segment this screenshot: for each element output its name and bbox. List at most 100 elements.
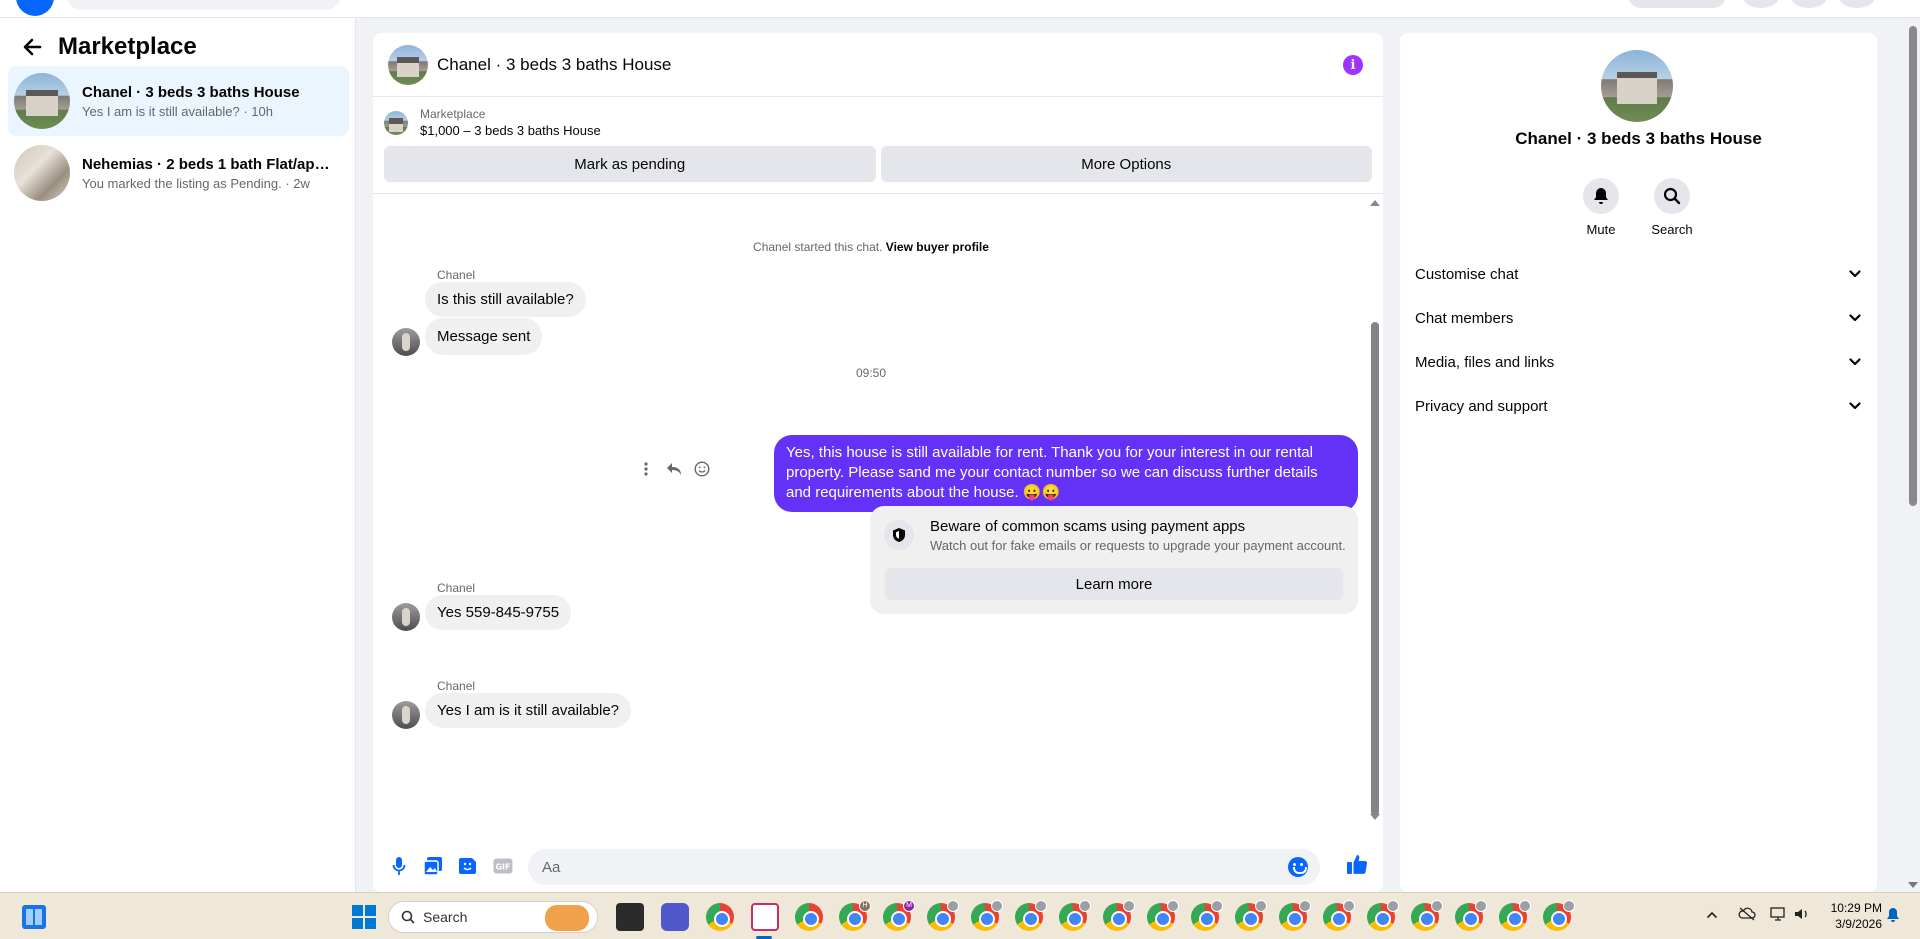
chrome-icon[interactable] <box>706 903 734 931</box>
facebook-logo-icon[interactable] <box>16 0 54 16</box>
listing-mini-thumbnail[interactable] <box>384 110 408 135</box>
sender-avatar[interactable] <box>392 603 420 631</box>
chrome-profile-icon[interactable] <box>1235 900 1267 931</box>
chrome-profile-icon[interactable] <box>971 900 1003 931</box>
outgoing-message[interactable]: Yes, this house is still available for r… <box>774 435 1358 512</box>
volume-icon[interactable] <box>1794 907 1810 924</box>
view-buyer-profile-link[interactable]: View buyer profile <box>886 240 989 254</box>
details-avatar[interactable] <box>1601 50 1673 122</box>
message-input-placeholder: Aa <box>542 858 561 876</box>
page-scrollbar[interactable] <box>1906 18 1920 892</box>
scroll-up-arrow[interactable] <box>1370 200 1380 206</box>
widgets-icon[interactable] <box>22 905 46 929</box>
section-media-files-links[interactable]: Media, files and links <box>1415 342 1863 382</box>
chat-avatar[interactable] <box>388 44 428 85</box>
chrome-profile-icon[interactable] <box>1059 900 1091 931</box>
sidebar-header: Marketplace <box>20 32 197 62</box>
sender-avatar[interactable] <box>392 328 420 356</box>
chrome-profile-icon[interactable] <box>1543 900 1575 931</box>
incoming-message[interactable]: Yes 559-845-9755 <box>425 595 572 630</box>
find-friends-button[interactable] <box>1628 0 1726 8</box>
section-privacy-support[interactable]: Privacy and support <box>1415 386 1863 426</box>
message-sender: Chanel <box>437 268 476 282</box>
chrome-profile-icon[interactable] <box>1411 900 1443 931</box>
chrome-profile-icon[interactable] <box>1147 900 1179 931</box>
search-icon <box>1654 178 1690 214</box>
scam-warning-title: Beware of common scams using payment app… <box>930 518 1246 535</box>
react-smiley-icon[interactable] <box>693 460 711 478</box>
more-vertical-icon[interactable] <box>637 460 655 478</box>
incoming-message[interactable]: Is this still available? <box>425 282 586 317</box>
windows-start-icon[interactable] <box>352 905 376 929</box>
taskbar-search-box[interactable]: Search <box>388 901 598 933</box>
clock-time: 10:29 PM <box>1830 901 1882 915</box>
network-icon[interactable] <box>1770 907 1788 924</box>
system-clock[interactable]: 10:29 PM 3/9/2026 <box>1818 900 1882 932</box>
incoming-message[interactable]: Message sent <box>425 318 543 355</box>
chrome-profile-icon[interactable] <box>1499 900 1531 931</box>
taskbar-search-label: Search <box>423 909 468 925</box>
snipping-tool-icon[interactable] <box>751 903 779 931</box>
chevron-down-icon <box>1847 310 1863 326</box>
more-options-button[interactable]: More Options <box>880 146 1372 182</box>
conversation-title: Nehemias · 2 beds 1 bath Flat/apar... <box>82 155 337 173</box>
chrome-profile-icon[interactable] <box>1323 900 1355 931</box>
chrome-profile-icon[interactable] <box>1103 900 1135 931</box>
section-label: Customise chat <box>1415 265 1519 283</box>
tray-overflow-chevron-icon[interactable] <box>1706 907 1718 922</box>
chrome-profile-icon[interactable] <box>795 903 823 931</box>
profile-badge <box>1299 900 1311 912</box>
chrome-profile-icon[interactable] <box>1279 900 1311 931</box>
listing-price[interactable]: $1,000 – 3 beds 3 baths House <box>420 123 601 138</box>
gif-icon[interactable]: GIF <box>492 855 514 877</box>
chrome-profile-icon[interactable] <box>927 900 959 931</box>
page-scrollbar-thumb[interactable] <box>1909 26 1917 506</box>
section-chat-members[interactable]: Chat members <box>1415 298 1863 338</box>
message-input[interactable]: Aa <box>528 849 1320 885</box>
incoming-message[interactable]: Yes I am is it still available? <box>425 693 632 728</box>
mute-label: Mute <box>1586 222 1616 237</box>
thumbs-up-icon[interactable] <box>1346 853 1368 875</box>
chrome-profile-icon[interactable]: H <box>839 900 871 931</box>
photo-icon[interactable] <box>422 855 444 877</box>
scroll-down-arrow[interactable] <box>1370 814 1380 820</box>
chrome-profile-icon[interactable]: M <box>883 900 915 931</box>
conversation-item-nehemias[interactable]: Nehemias · 2 beds 1 bath Flat/apar... Yo… <box>8 138 349 208</box>
facebook-search-input[interactable] <box>66 0 341 10</box>
mute-button[interactable]: Mute <box>1571 178 1631 237</box>
section-customise-chat[interactable]: Customise chat <box>1415 254 1863 294</box>
chrome-profile-icon[interactable] <box>1191 900 1223 931</box>
file-explorer-icon[interactable] <box>616 903 644 931</box>
mark-as-pending-button[interactable]: Mark as pending <box>384 146 876 182</box>
conversation-item-chanel[interactable]: Chanel · 3 beds 3 baths House Yes I am i… <box>8 66 349 136</box>
notifications-icon[interactable] <box>1838 0 1876 8</box>
messenger-icon[interactable] <box>1790 0 1828 8</box>
profile-badge <box>1079 900 1091 912</box>
profile-badge <box>1475 900 1487 912</box>
learn-more-button[interactable]: Learn more <box>885 568 1343 600</box>
chrome-profile-icon[interactable] <box>1015 900 1047 931</box>
onedrive-offline-icon[interactable] <box>1738 907 1756 924</box>
search-in-chat-button[interactable]: Search <box>1642 178 1702 237</box>
chat-panel: Chanel · 3 beds 3 baths House i Marketpl… <box>373 33 1383 892</box>
section-label: Media, files and links <box>1415 353 1555 371</box>
sticker-icon[interactable] <box>457 855 479 877</box>
emoji-icon[interactable] <box>1288 857 1308 877</box>
conversation-title: Chanel · 3 beds 3 baths House <box>82 83 300 101</box>
search-icon <box>401 910 415 924</box>
page-scroll-down-arrow[interactable] <box>1908 882 1918 888</box>
reply-icon[interactable] <box>665 460 683 478</box>
profile-badge <box>1387 900 1399 912</box>
chrome-profile-icon[interactable] <box>1367 900 1399 931</box>
teams-icon[interactable] <box>661 903 689 931</box>
back-arrow-icon[interactable] <box>20 35 44 59</box>
menu-icon[interactable] <box>1742 0 1780 8</box>
sender-avatar[interactable] <box>392 701 420 729</box>
notification-bell-icon[interactable] <box>1886 907 1902 925</box>
shield-icon <box>884 520 914 550</box>
chrome-profile-icon[interactable] <box>1455 900 1487 931</box>
microphone-icon[interactable] <box>388 855 410 877</box>
chat-title[interactable]: Chanel · 3 beds 3 baths House <box>437 55 671 75</box>
message-scrollbar[interactable] <box>1371 322 1379 816</box>
info-icon[interactable]: i <box>1343 55 1363 75</box>
